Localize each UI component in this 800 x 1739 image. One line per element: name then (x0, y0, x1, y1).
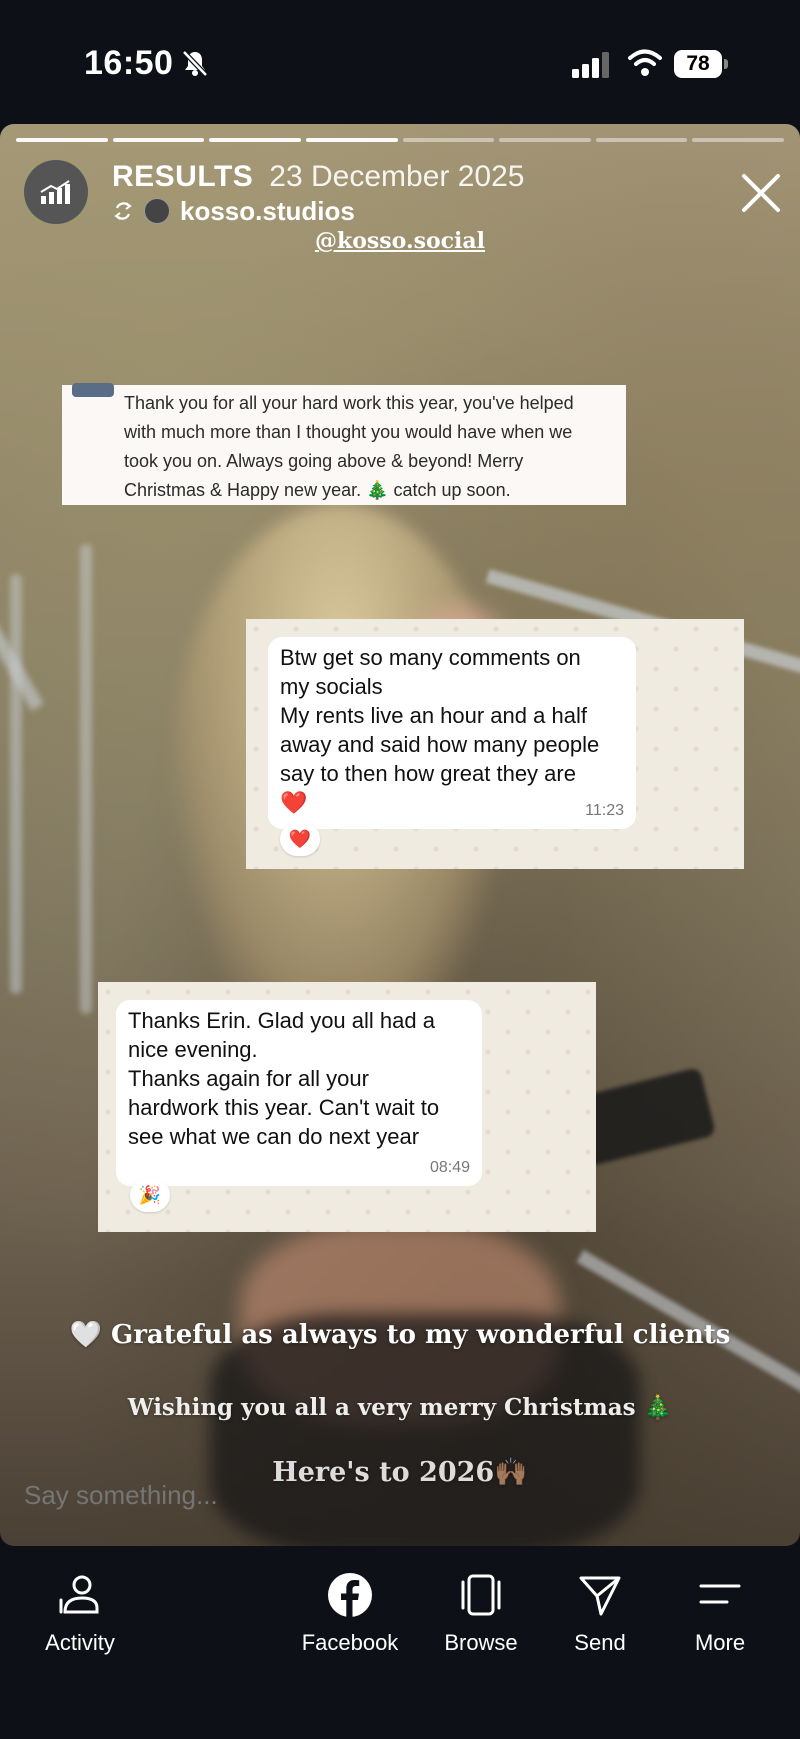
chart-up-icon (40, 180, 70, 204)
sender-avatar (72, 383, 114, 397)
progress-segment (305, 138, 398, 142)
story-date: 23 December 2025 (269, 160, 525, 193)
nav-label: Facebook (301, 1630, 399, 1655)
party-reaction-icon: 🎉 (130, 1178, 170, 1212)
nav-label: Activity (45, 1630, 115, 1655)
signal-icon (572, 52, 609, 78)
story-viewer[interactable]: RESULTS 23 December 2025 kosso.studios @… (0, 124, 800, 1546)
chat-bubble: Btw get so many comments on my socials M… (268, 637, 636, 829)
whatsapp-screenshot-1: Btw get so many comments on my socials M… (246, 619, 744, 869)
more-icon (699, 1584, 741, 1604)
nav-more[interactable]: More (660, 1572, 780, 1682)
message-line: my socials (280, 674, 383, 699)
story-account-row: kosso.studios (112, 194, 355, 228)
bottom-nav: Activity Facebook Browse Send More (0, 1546, 800, 1739)
progress-segment (112, 138, 205, 142)
account-mini-avatar (144, 198, 170, 224)
testimonial-card-1: Thank you for all your hard work this ye… (62, 383, 626, 505)
reply-input[interactable] (24, 1480, 284, 1511)
whatsapp-screenshot-2: Thanks Erin. Glad you all had a nice eve… (98, 982, 596, 1232)
account-avatar[interactable] (24, 160, 88, 224)
nav-activity[interactable]: Activity (20, 1572, 140, 1682)
progress-segment (402, 138, 495, 142)
message-line: My rents live an hour and a half (280, 703, 587, 728)
activity-icon (59, 1575, 99, 1614)
message-line: ❤️ (280, 790, 308, 815)
progress-segment (16, 138, 108, 142)
testimonial-text-1: Thank you for all your hard work this ye… (124, 393, 574, 500)
message-line: Thanks Erin. Glad you all had a (128, 1008, 435, 1033)
nav-facebook[interactable]: Facebook (290, 1572, 410, 1682)
nav-browse[interactable]: Browse (421, 1572, 541, 1682)
nav-label: More (694, 1630, 746, 1655)
caption-line-2: Wishing you all a very merry Christmas 🎄 (127, 1394, 673, 1421)
mention-sticker[interactable]: @kosso.social (0, 228, 800, 254)
message-line: hardwork this year. Can't wait to (128, 1095, 440, 1120)
progress-segment (499, 138, 591, 142)
facebook-icon (328, 1573, 372, 1617)
close-icon[interactable] (736, 168, 786, 218)
nav-label: Browse (444, 1630, 518, 1655)
battery-level: 78 (674, 50, 722, 78)
progress-segment (692, 138, 784, 142)
message-time: 08:49 (429, 1159, 470, 1176)
bell-muted-icon (182, 50, 208, 77)
story-progress-bar (16, 138, 784, 142)
message-time: 11:23 (585, 802, 624, 819)
message-line: say to then how great they are (280, 761, 576, 786)
browse-icon (461, 1574, 501, 1616)
status-bar: 16:50 78 (0, 0, 800, 124)
message-line: Btw get so many comments on (280, 645, 581, 670)
message-line: see what we can do next year (128, 1124, 420, 1149)
progress-segment (209, 138, 301, 142)
story-header: RESULTS 23 December 2025 (112, 160, 524, 196)
nav-send[interactable]: Send (540, 1572, 660, 1682)
nav-label: Send (574, 1630, 626, 1655)
send-icon (579, 1576, 621, 1616)
status-time: 16:50 (84, 44, 174, 82)
repost-icon (114, 202, 132, 220)
caption-line-1: 🤍 Grateful as always to my wonderful cli… (69, 1320, 731, 1350)
wifi-icon (628, 49, 662, 76)
heart-reaction-icon: ❤️ (280, 822, 320, 856)
battery-tip (724, 59, 728, 69)
chat-bubble: Thanks Erin. Glad you all had a nice eve… (116, 1000, 482, 1186)
progress-segment (595, 138, 688, 142)
story-title[interactable]: RESULTS (112, 160, 253, 194)
message-line: nice evening. (128, 1037, 258, 1062)
message-line: away and said how many people (280, 732, 600, 757)
account-name[interactable]: kosso.studios (180, 196, 355, 227)
battery-indicator: 78 (674, 50, 728, 78)
message-line: Thanks again for all your (128, 1066, 369, 1091)
